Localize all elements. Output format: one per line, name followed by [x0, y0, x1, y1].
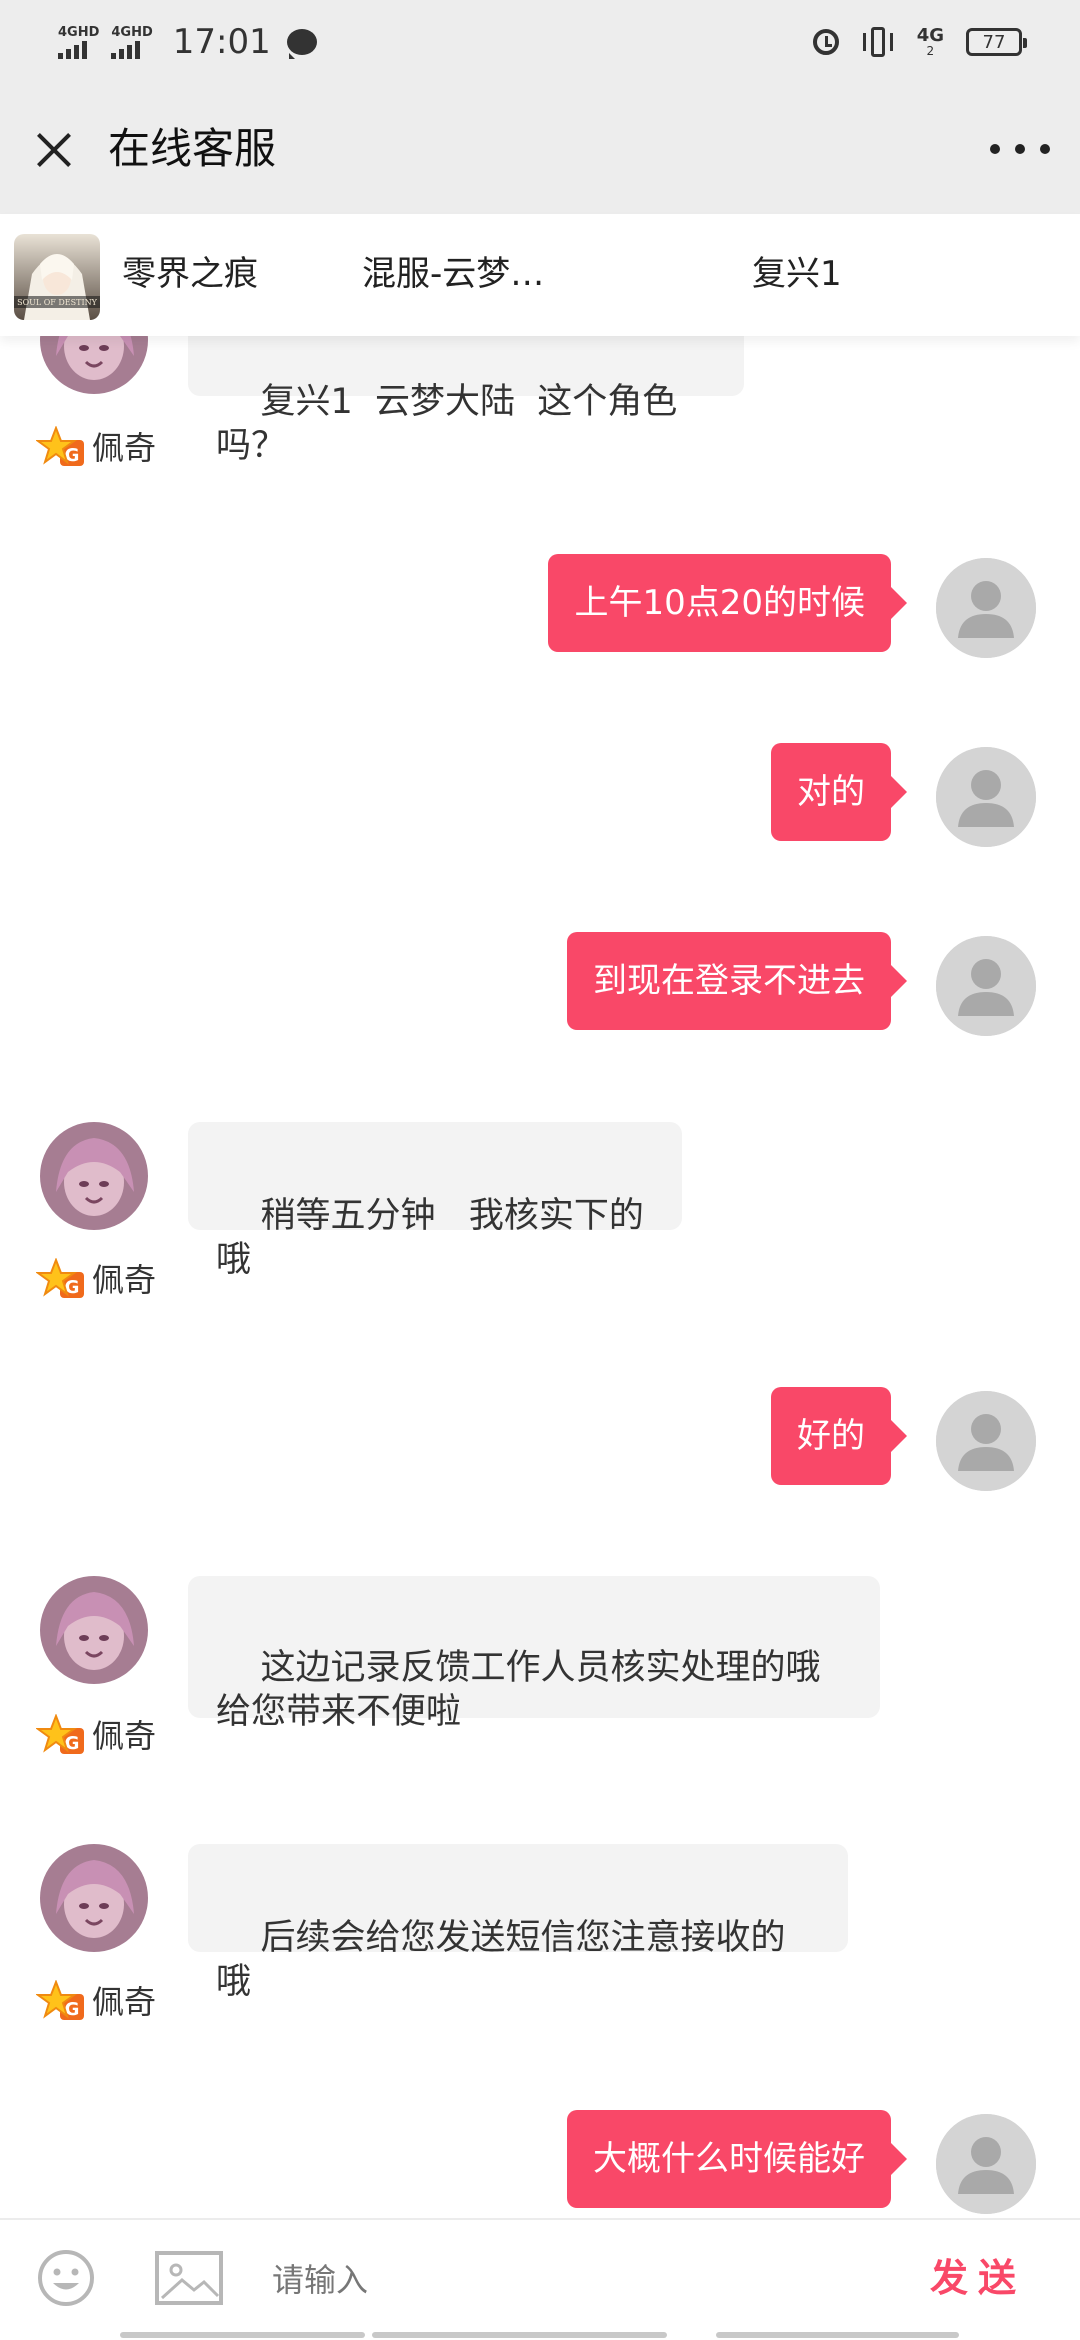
character-name: 复兴1 — [752, 254, 842, 294]
agent-message-text: 复兴1 云梦大陆 这个角色吗？ — [216, 382, 678, 466]
bottom-scroll-indicator — [0, 2330, 1080, 2340]
agent-name: 佩奇 — [92, 1983, 157, 2021]
page-title: 在线客服 — [108, 124, 277, 173]
user-message-text: 到现在登录不进去 — [593, 961, 865, 1001]
cell-signal-1: 4GHD — [58, 26, 99, 59]
agent-name-tag: G 佩奇 — [36, 1980, 156, 2024]
vibrate-icon — [861, 27, 895, 57]
network-type-2: 4GHD — [111, 24, 153, 40]
send-button[interactable]: 发送 — [930, 2248, 1026, 2308]
message-input[interactable] — [270, 2244, 874, 2316]
signal-bars-icon — [111, 40, 141, 59]
user-message-text: 大概什么时候能好 — [593, 2139, 865, 2179]
agent-badge-icon: G — [36, 1714, 84, 1754]
agent-avatar — [40, 336, 148, 394]
agent-avatar — [40, 1122, 148, 1230]
agent-badge-icon: G — [36, 1980, 84, 2020]
agent-message-bubble: 复兴1 云梦大陆 这个角色吗？ — [188, 336, 744, 466]
user-message-bubble: 上午10点20的时候 — [548, 554, 907, 652]
user-message-bubble: 对的 — [771, 743, 907, 841]
agent-badge-icon: G — [36, 1258, 84, 1298]
agent-message-text: 稍等五分钟 我核实下的哦 — [216, 1196, 644, 1280]
user-message-bubble: 大概什么时候能好 — [567, 2110, 907, 2208]
title-bar: 在线客服 — [0, 84, 1080, 214]
agent-name: 佩奇 — [92, 1261, 157, 1299]
agent-name-tag: G 佩奇 — [36, 1714, 156, 1758]
agent-name-tag: G 佩奇 — [36, 1258, 156, 1302]
user-message-text: 好的 — [797, 1416, 865, 1456]
battery-level: 77 — [982, 31, 1006, 53]
agent-badge-icon: G — [36, 426, 84, 466]
game-info-bar: SOUL OF DESTINY 零界之痕 混服-云梦… 复兴1 — [0, 214, 1080, 336]
user-message-text: 上午10点20的时候 — [574, 583, 865, 623]
user-avatar — [936, 936, 1036, 1036]
agent-message-text: 后续会给您发送短信您注意接收的哦 — [216, 1918, 786, 2002]
agent-name: 佩奇 — [92, 1717, 157, 1755]
agent-avatar — [40, 1844, 148, 1952]
signal-bars-icon — [58, 40, 87, 59]
agent-avatar — [40, 1576, 148, 1684]
emoji-icon[interactable] — [36, 2248, 96, 2308]
alarm-icon — [812, 29, 839, 55]
image-icon[interactable] — [154, 2248, 224, 2308]
network-type-1: 4GHD — [58, 24, 100, 40]
server-name: 混服-云梦… — [362, 254, 545, 294]
message-notification-icon — [286, 29, 317, 59]
user-avatar — [936, 2114, 1036, 2214]
mobile-data-indicator: 4G 2 — [916, 25, 944, 58]
agent-name-tag: G 佩奇 — [36, 426, 156, 470]
status-bar-right: 4G 2 77 — [812, 18, 1027, 66]
message-input-bar: 发送 — [0, 2218, 1080, 2340]
agent-message-bubble: 后续会给您发送短信您注意接收的哦 — [188, 1844, 848, 2002]
agent-name: 佩奇 — [92, 429, 157, 467]
cell-signal-2: 4GHD — [111, 24, 153, 59]
agent-message-bubble: 稍等五分钟 我核实下的哦 — [188, 1122, 682, 1280]
game-name: 零界之痕 — [122, 254, 258, 294]
user-message-text: 对的 — [797, 772, 865, 812]
battery-icon: 77 — [966, 28, 1027, 56]
svg-text:SOUL OF DESTINY: SOUL OF DESTINY — [17, 298, 98, 307]
agent-message-text: 这边记录反馈工作人员核实处理的哦 给您带来不便啦 — [216, 1648, 821, 1732]
user-avatar — [936, 747, 1036, 847]
game-logo: SOUL OF DESTINY — [14, 234, 100, 320]
mobile-data-label: 4G — [916, 25, 944, 46]
user-message-bubble: 好的 — [771, 1387, 907, 1485]
status-bar-left: 4GHD 4GHD 17:01 — [58, 18, 317, 66]
user-avatar — [936, 558, 1036, 658]
user-message-bubble: 到现在登录不进去 — [567, 932, 907, 1030]
agent-message-bubble: 这边记录反馈工作人员核实处理的哦 给您带来不便啦 — [188, 1576, 880, 1732]
status-bar: 4GHD 4GHD 17:01 4G 2 77 — [0, 0, 1080, 84]
user-avatar — [936, 1391, 1036, 1491]
close-icon[interactable] — [30, 126, 78, 174]
chat-message-list[interactable]: 复兴1 云梦大陆 这个角色吗？ G 佩奇 上午10点20的时候 对的 到现在登录… — [0, 336, 1080, 2218]
mobile-data-sim: 2 — [926, 44, 935, 58]
status-time: 17:01 — [172, 22, 271, 62]
more-icon[interactable] — [990, 134, 1050, 164]
